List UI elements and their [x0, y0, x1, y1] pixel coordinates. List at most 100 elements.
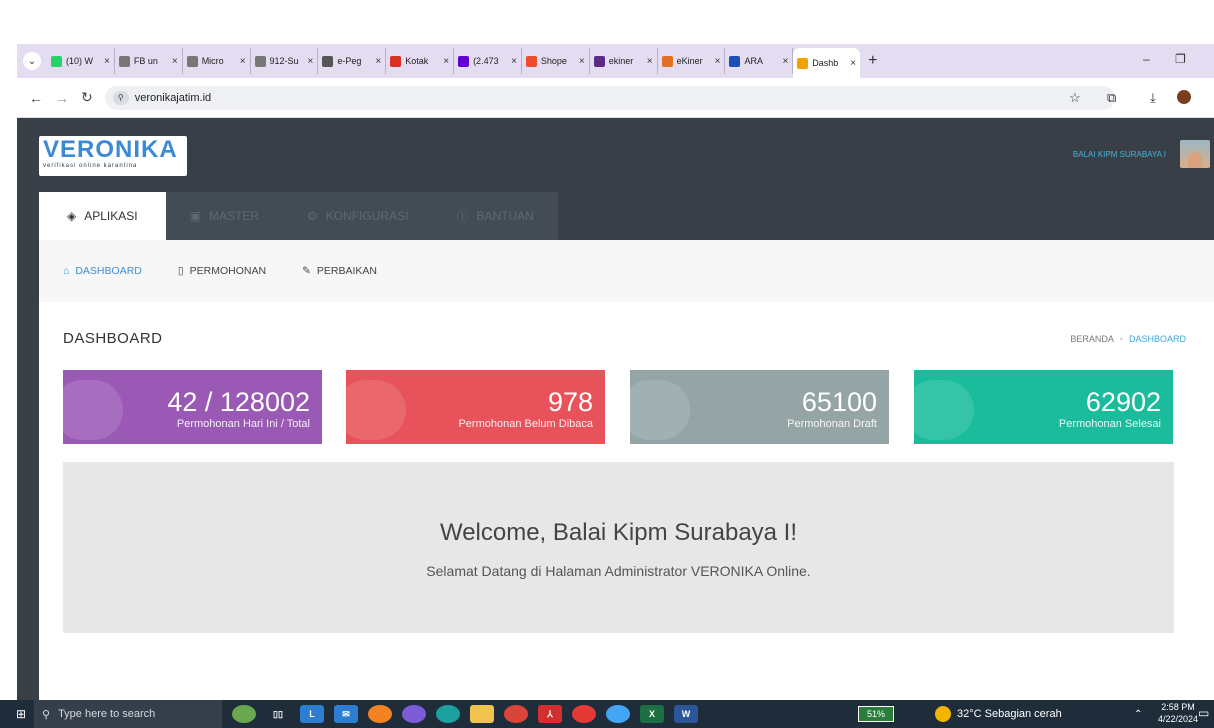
menu-tab-konfigurasi[interactable]: ⚙ KONFIGURASI — [282, 192, 433, 240]
url-input[interactable]: ⚲ veronikajatim.id — [104, 85, 1115, 110]
excel-icon[interactable]: X — [640, 705, 664, 723]
task-view-icon[interactable]: ▯▯ — [266, 705, 290, 723]
close-tab-icon[interactable]: × — [647, 56, 653, 67]
windows-start-icon[interactable]: ⊞ — [8, 700, 34, 728]
clock[interactable]: 2:58 PM 4/22/2024 — [1158, 701, 1198, 725]
menu-tab-bantuan[interactable]: ⓘ BANTUAN — [432, 192, 558, 240]
browser-tab[interactable]: Dashb × — [793, 48, 861, 78]
site-info-icon[interactable]: ⚲ — [112, 90, 129, 105]
firefox-icon[interactable] — [368, 705, 392, 723]
browser-tab[interactable]: Micro × — [183, 48, 251, 74]
bookmark-star-icon[interactable]: ☆ — [1069, 90, 1081, 106]
user-avatar[interactable] — [1180, 140, 1210, 168]
welcome-box: Welcome, Balai Kipm Surabaya I! Selamat … — [63, 462, 1174, 633]
weather-widget[interactable]: 32°C Sebagian cerah — [935, 700, 1062, 728]
subnav-dashboard[interactable]: ⌂ DASHBOARD — [63, 265, 142, 277]
stat-card[interactable]: 978 Permohonan Belum Dibaca — [346, 370, 605, 444]
restore-icon[interactable]: ❐ — [1175, 52, 1186, 66]
stat-card[interactable]: 42 / 128002 Permohonan Hari Ini / Total — [63, 370, 322, 444]
stat-label: Permohonan Selesai — [1058, 418, 1161, 430]
browser-tab[interactable]: FB un × — [115, 48, 183, 74]
close-tab-icon[interactable]: × — [579, 56, 585, 67]
taskbar-search-input[interactable]: ⚲ Type here to search — [34, 700, 222, 728]
breadcrumb-current: DASHBOARD — [1128, 334, 1186, 344]
tray-chevron-icon[interactable]: ⌃ — [1134, 709, 1142, 720]
menu-icon: ⓘ — [456, 209, 469, 224]
tab-title: (10) W — [66, 56, 93, 66]
close-tab-icon[interactable]: × — [172, 56, 178, 67]
reload-icon[interactable]: ↻ — [81, 89, 93, 106]
main-menu: ◈ APLIKASI ▣ MASTER ⚙ KONFIGURASI ⓘ BANTUAN — [39, 192, 558, 240]
user-name[interactable]: BALAI KIPM SURABAYA I — [1073, 150, 1166, 159]
word-icon[interactable]: W — [674, 705, 698, 723]
subnav-icon: ⌂ — [63, 265, 70, 277]
browser-tab[interactable]: (10) W × — [47, 48, 115, 74]
minimize-icon[interactable]: – — [1143, 52, 1150, 66]
ekinerja-icon — [593, 55, 605, 67]
page-title: DASHBOARD — [63, 330, 163, 347]
yahoo-mail-icon — [458, 55, 470, 67]
menu-tab-aplikasi[interactable]: ◈ APLIKASI — [39, 192, 166, 240]
veronika-logo[interactable]: VERONIKA verifikasi online karantina — [39, 136, 187, 176]
extensions-icon[interactable]: ⧉ — [1107, 90, 1116, 106]
menu-icon: ▣ — [189, 209, 201, 223]
browser-tab[interactable]: 912-Su × — [251, 48, 319, 74]
menu-tab-master[interactable]: ▣ MASTER — [165, 192, 283, 240]
tab-title: ARA — [744, 56, 763, 66]
menu-label: MASTER — [208, 209, 259, 223]
close-tab-icon[interactable]: × — [240, 56, 246, 67]
subnav-perbaikan[interactable]: ✎ PERBAIKAN — [302, 265, 377, 277]
browser-tab[interactable]: e-Peg × — [318, 48, 387, 74]
widgets-icon[interactable] — [232, 705, 256, 723]
close-tab-icon[interactable]: × — [104, 56, 110, 67]
gmail-icon — [390, 55, 402, 67]
pdf-reader-icon[interactable]: ⅄ — [538, 705, 562, 723]
globe-icon — [118, 55, 130, 67]
new-tab-icon[interactable]: + — [868, 52, 877, 70]
back-icon[interactable]: ← — [29, 90, 43, 106]
close-tab-icon[interactable]: × — [850, 58, 856, 69]
edge-icon[interactable] — [436, 705, 460, 723]
battery-indicator[interactable]: 51% — [858, 706, 894, 722]
mail-icon[interactable]: ✉ — [334, 705, 358, 723]
browser-tab[interactable]: ARA × — [725, 48, 794, 74]
logo-subtitle: verifikasi online karantina — [43, 163, 138, 169]
close-tab-icon[interactable]: × — [511, 56, 517, 67]
breadcrumb: BERANDA • DASHBOARD — [1070, 334, 1186, 344]
browser-tab[interactable]: (2.473 × — [454, 48, 522, 74]
shopee-icon — [525, 55, 537, 67]
chrome-profile-icon[interactable] — [572, 705, 596, 723]
close-tab-icon[interactable]: × — [375, 56, 381, 67]
maps-icon[interactable] — [606, 705, 630, 723]
close-tab-icon[interactable]: × — [443, 56, 449, 67]
close-tab-icon[interactable]: × — [715, 56, 721, 67]
app-l-icon[interactable]: L — [300, 705, 324, 723]
close-tab-icon[interactable]: × — [308, 56, 314, 67]
close-tab-icon[interactable]: × — [782, 56, 788, 67]
stat-card[interactable]: 62902 Permohonan Selesai — [914, 370, 1173, 444]
tab-title: e-Peg — [337, 56, 362, 66]
copilot-icon[interactable] — [402, 705, 426, 723]
notification-icon[interactable]: ▭ — [1198, 706, 1209, 720]
tab-search-icon[interactable]: ⌄ — [23, 52, 41, 70]
stat-label: Permohonan Belum Dibaca — [458, 418, 593, 430]
menu-icon: ◈ — [67, 209, 77, 223]
browser-tab[interactable]: ekiner × — [590, 48, 658, 74]
system-tray[interactable]: ⌃ — [1134, 700, 1142, 728]
globe-icon — [186, 55, 198, 67]
forward-icon[interactable]: → — [55, 90, 69, 106]
tab-title: ekiner — [608, 56, 634, 66]
browser-tab[interactable]: eKiner × — [658, 48, 726, 74]
browser-tab[interactable]: Shope × — [522, 48, 590, 74]
browser-tab[interactable]: Kotak × — [386, 48, 455, 74]
chrome-icon[interactable] — [504, 705, 528, 723]
stat-card[interactable]: 65100 Permohonan Draft — [630, 370, 889, 444]
subnav-icon: ✎ — [302, 265, 311, 277]
subnav-permohonan[interactable]: ▯ PERMOHONAN — [178, 265, 266, 277]
file-explorer-icon[interactable] — [470, 705, 494, 723]
breadcrumb-home[interactable]: BERANDA — [1070, 334, 1114, 344]
subnav-label: PERBAIKAN — [316, 265, 377, 277]
tab-title: 912-Su — [269, 56, 299, 66]
profile-avatar[interactable] — [1177, 90, 1191, 104]
download-icon[interactable]: ⤓ — [1150, 90, 1156, 106]
